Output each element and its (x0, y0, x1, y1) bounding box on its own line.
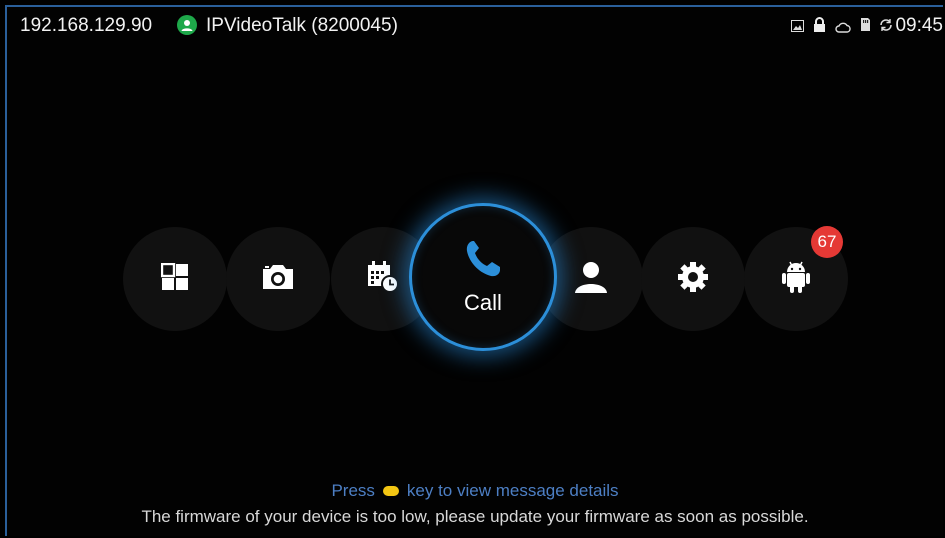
hint-press-text: Press (331, 481, 375, 500)
home-screen: 192.168.129.90 IPVideoTalk (8200045) 09:… (5, 5, 943, 536)
account-status-icon (177, 15, 197, 35)
apps-grid-icon (160, 262, 189, 296)
camera-button[interactable] (226, 227, 330, 331)
picture-icon (791, 19, 804, 37)
cloud-icon (835, 20, 851, 38)
phone-icon (464, 239, 502, 284)
ip-address: 192.168.129.90 (20, 15, 153, 36)
settings-button[interactable] (641, 227, 745, 331)
calendar-clock-icon (366, 260, 400, 299)
account-name: IPVideoTalk (8200045) (206, 15, 398, 36)
message-hint: Press key to view message details (7, 481, 943, 501)
call-button[interactable]: Call (409, 203, 557, 351)
sync-icon (879, 18, 893, 37)
clock: 09:45 (895, 15, 943, 36)
call-label: Call (464, 289, 502, 315)
apps-button[interactable] (123, 227, 227, 331)
hint-details-text: key to view message details (406, 481, 619, 500)
status-bar: 192.168.129.90 IPVideoTalk (8200045) 09:… (7, 7, 943, 41)
person-icon (574, 260, 608, 299)
gear-icon (677, 261, 709, 298)
yellow-key-icon (382, 485, 399, 496)
camera-icon (260, 263, 296, 296)
sd-card-icon (860, 17, 871, 37)
firmware-warning: The firmware of your device is too low, … (141, 507, 809, 526)
android-icon (782, 260, 810, 299)
lock-icon (813, 17, 826, 37)
notification-badge: 67 (811, 226, 843, 258)
